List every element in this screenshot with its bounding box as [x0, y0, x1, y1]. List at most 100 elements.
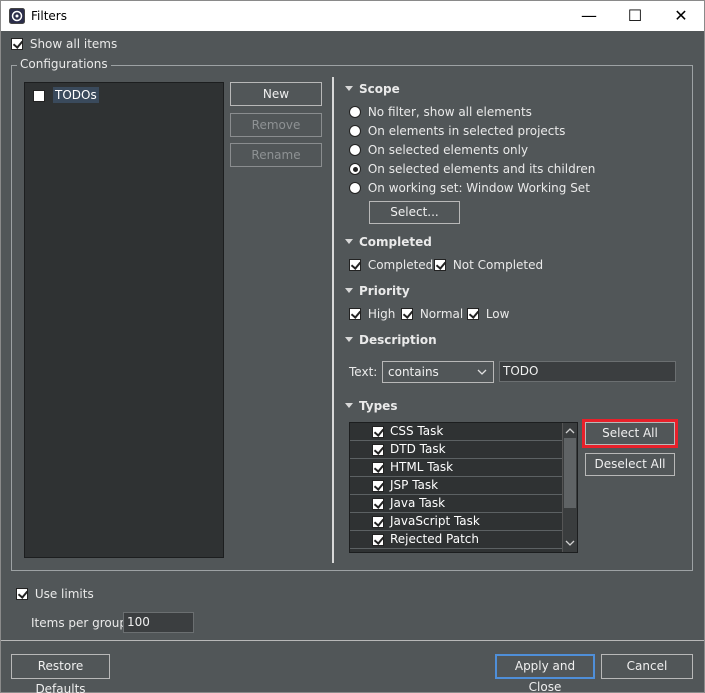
types-list[interactable]: CSS Task DTD Task HTML Task JSP Task Jav…	[349, 422, 578, 553]
scope-title: Scope	[359, 82, 400, 96]
type-label: Rejected Patch	[390, 532, 479, 546]
types-title: Types	[359, 399, 398, 413]
new-button[interactable]: New	[230, 82, 322, 106]
list-item[interactable]: Rejected Patch	[350, 531, 562, 549]
remove-button[interactable]: Remove	[230, 113, 322, 137]
checkbox-icon	[372, 462, 384, 474]
types-scrollbar[interactable]	[562, 423, 577, 552]
scope-option[interactable]: On selected elements and its children	[349, 162, 595, 176]
items-per-group-value: 100	[127, 615, 150, 629]
radio-icon	[349, 144, 361, 156]
scope-option-label: On selected elements only	[367, 143, 529, 157]
checkbox-icon	[11, 38, 23, 50]
scope-option[interactable]: On working set: Window Working Set	[349, 181, 590, 195]
priority-high-label: High	[367, 307, 396, 321]
type-label: Java Task	[390, 496, 446, 510]
show-all-items-checkbox[interactable]: Show all items	[11, 37, 117, 51]
use-limits-checkbox[interactable]: Use limits	[16, 587, 94, 601]
list-item[interactable]: DTD Task	[350, 441, 562, 459]
priority-low-checkbox[interactable]: Low	[467, 307, 509, 321]
checkbox-icon	[467, 308, 479, 320]
separator	[332, 77, 334, 563]
checkbox-icon	[372, 444, 384, 456]
list-item[interactable]: HTML Task	[350, 459, 562, 477]
footer-divider	[1, 640, 704, 641]
priority-header[interactable]: Priority	[345, 284, 410, 298]
priority-title: Priority	[359, 284, 410, 298]
chevron-up-icon[interactable]	[565, 427, 575, 434]
checkbox-icon	[33, 90, 45, 102]
type-label: JSP Task	[390, 478, 439, 492]
deselect-all-button[interactable]: Deselect All	[585, 453, 675, 476]
completed-checkbox[interactable]: Completed	[349, 258, 433, 272]
description-text-value: TODO	[503, 364, 539, 378]
scope-option-label: On elements in selected projects	[367, 124, 566, 138]
configurations-list[interactable]: TODOs	[24, 82, 224, 558]
scope-option[interactable]: No filter, show all elements	[349, 105, 532, 119]
checkbox-icon	[434, 259, 446, 271]
description-title: Description	[359, 333, 437, 347]
radio-icon	[349, 163, 361, 175]
select-all-button[interactable]: Select All	[585, 422, 675, 445]
scope-option[interactable]: On selected elements only	[349, 143, 528, 157]
maximize-button[interactable]: ☐	[612, 1, 658, 31]
scroll-thumb[interactable]	[564, 438, 576, 508]
collapse-icon	[345, 403, 353, 408]
type-label: HTML Task	[390, 460, 454, 474]
checkbox-icon	[401, 308, 413, 320]
chevron-down-icon	[477, 369, 487, 375]
checkbox-icon	[372, 534, 384, 546]
completed-label: Completed	[367, 258, 434, 272]
checkbox-icon	[372, 498, 384, 510]
radio-icon	[349, 182, 361, 194]
checkbox-icon	[349, 259, 361, 271]
list-item[interactable]: JSP Task	[350, 477, 562, 495]
not-completed-label: Not Completed	[452, 258, 544, 272]
type-label: CSS Task	[390, 424, 444, 438]
completed-header[interactable]: Completed	[345, 235, 432, 249]
show-all-items-label: Show all items	[29, 37, 118, 51]
select-working-set-button[interactable]: Select...	[369, 201, 460, 224]
radio-icon	[349, 125, 361, 137]
type-label: JavaScript Task	[390, 514, 480, 528]
checkbox-icon	[372, 426, 384, 438]
rename-button[interactable]: Rename	[230, 143, 322, 167]
radio-icon	[349, 106, 361, 118]
scope-header[interactable]: Scope	[345, 82, 400, 96]
minimize-button[interactable]: —	[566, 1, 612, 31]
priority-normal-checkbox[interactable]: Normal	[401, 307, 463, 321]
list-item[interactable]: Java Task	[350, 495, 562, 513]
completed-title: Completed	[359, 235, 432, 249]
collapse-icon	[345, 86, 353, 91]
type-label: DTD Task	[390, 442, 446, 456]
checkbox-icon	[16, 588, 28, 600]
cancel-button[interactable]: Cancel	[601, 654, 693, 679]
priority-high-checkbox[interactable]: High	[349, 307, 395, 321]
description-header[interactable]: Description	[345, 333, 437, 347]
items-per-group-field[interactable]: 100	[123, 612, 194, 633]
configurations-legend: Configurations	[17, 57, 111, 71]
scope-option-label: On selected elements and its children	[367, 162, 596, 176]
checkbox-icon	[349, 308, 361, 320]
list-item[interactable]: JavaScript Task	[350, 513, 562, 531]
priority-low-label: Low	[485, 307, 510, 321]
app-icon	[9, 8, 25, 24]
scope-option[interactable]: On elements in selected projects	[349, 124, 565, 138]
not-completed-checkbox[interactable]: Not Completed	[434, 258, 543, 272]
restore-defaults-button[interactable]: Restore Defaults	[11, 654, 110, 693]
list-item[interactable]: CSS Task	[350, 423, 562, 441]
operator-select[interactable]: contains	[382, 361, 494, 383]
types-header[interactable]: Types	[345, 399, 397, 413]
chevron-down-icon[interactable]	[565, 540, 575, 547]
apply-and-close-button[interactable]: Apply and Close	[495, 654, 595, 693]
checkbox-icon	[372, 516, 384, 528]
checkbox-icon	[372, 480, 384, 492]
operator-value: contains	[388, 365, 439, 379]
description-text-field[interactable]: TODO	[499, 361, 676, 382]
text-label: Text:	[349, 365, 378, 379]
collapse-icon	[345, 337, 353, 342]
close-button[interactable]: ✕	[658, 1, 704, 31]
use-limits-label: Use limits	[34, 587, 94, 601]
collapse-icon	[345, 288, 353, 293]
scope-option-label: No filter, show all elements	[367, 105, 532, 119]
